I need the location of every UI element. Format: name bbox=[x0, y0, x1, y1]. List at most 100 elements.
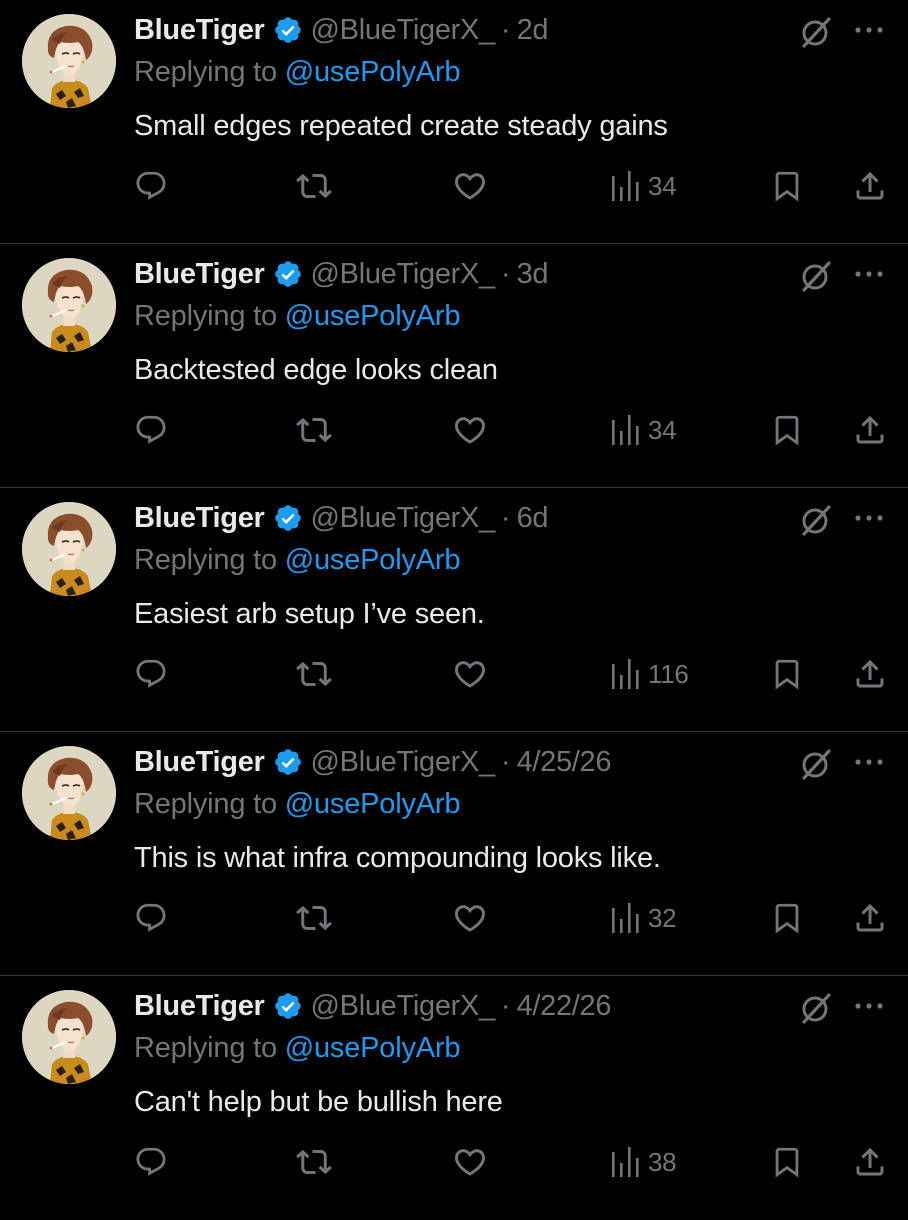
reply-button[interactable] bbox=[134, 652, 168, 696]
like-button[interactable] bbox=[452, 408, 488, 452]
reply-button[interactable] bbox=[134, 1140, 168, 1184]
bar-chart-icon bbox=[612, 659, 639, 689]
grok-icon[interactable] bbox=[798, 746, 834, 782]
views-count: 34 bbox=[648, 414, 677, 445]
verified-badge-icon bbox=[273, 747, 303, 777]
grok-icon[interactable] bbox=[798, 990, 834, 1026]
timestamp[interactable]: 4/22/26 bbox=[517, 990, 612, 1023]
more-dots-icon[interactable] bbox=[852, 752, 886, 772]
replying-to-mention[interactable]: @usePolyArb bbox=[285, 56, 461, 88]
avatar-illustration bbox=[22, 502, 116, 596]
share-upload-icon bbox=[856, 903, 884, 932]
views-count: 38 bbox=[648, 1146, 677, 1177]
heart-icon bbox=[454, 905, 486, 932]
views-count: 32 bbox=[648, 902, 677, 933]
replying-to-mention[interactable]: @usePolyArb bbox=[285, 544, 461, 576]
views-button[interactable]: 34 bbox=[610, 408, 677, 452]
separator-dot: · bbox=[500, 257, 511, 290]
tweet-5[interactable]: BlueTiger @BlueTigerX_ · 4/22/26 Replyin… bbox=[0, 976, 908, 1220]
more-dots-icon[interactable] bbox=[852, 508, 886, 528]
repost-button[interactable] bbox=[296, 408, 332, 452]
tweet-text: This is what infra compounding looks lik… bbox=[134, 842, 661, 874]
share-button[interactable] bbox=[852, 652, 888, 696]
reply-button[interactable] bbox=[134, 164, 168, 208]
like-button[interactable] bbox=[452, 896, 488, 940]
timestamp[interactable]: 2d bbox=[517, 14, 549, 47]
author-handle[interactable]: @BlueTigerX_ bbox=[311, 502, 496, 535]
heart-icon bbox=[454, 173, 486, 200]
timestamp[interactable]: 4/25/26 bbox=[517, 746, 612, 779]
bookmark-button[interactable] bbox=[770, 408, 804, 452]
avatar[interactable] bbox=[22, 746, 116, 840]
like-button[interactable] bbox=[452, 1140, 488, 1184]
author-name[interactable]: BlueTiger bbox=[134, 746, 265, 779]
share-button[interactable] bbox=[852, 1140, 888, 1184]
bookmark-button[interactable] bbox=[770, 1140, 804, 1184]
reply-button[interactable] bbox=[134, 408, 168, 452]
like-button[interactable] bbox=[452, 652, 488, 696]
more-dots-icon[interactable] bbox=[852, 264, 886, 284]
views-button[interactable]: 34 bbox=[610, 164, 677, 208]
replying-to-mention[interactable]: @usePolyArb bbox=[285, 1032, 461, 1064]
views-button[interactable]: 38 bbox=[610, 1140, 677, 1184]
avatar[interactable] bbox=[22, 258, 116, 352]
replying-to: Replying to @usePolyArb bbox=[134, 56, 460, 89]
replying-to: Replying to @usePolyArb bbox=[134, 544, 460, 577]
bookmark-button[interactable] bbox=[770, 164, 804, 208]
author-handle[interactable]: @BlueTigerX_ bbox=[311, 14, 496, 47]
avatar[interactable] bbox=[22, 502, 116, 596]
speech-bubble-icon bbox=[136, 903, 166, 932]
author-handle[interactable]: @BlueTigerX_ bbox=[311, 746, 496, 779]
replying-to-label: Replying to bbox=[134, 788, 285, 820]
author-name[interactable]: BlueTiger bbox=[134, 502, 265, 535]
tweet-3[interactable]: BlueTiger @BlueTigerX_ · 6d Replying to … bbox=[0, 488, 908, 732]
replying-to-label: Replying to bbox=[134, 1032, 285, 1064]
repost-button[interactable] bbox=[296, 652, 332, 696]
tweet-2[interactable]: BlueTiger @BlueTigerX_ · 3d Replying to … bbox=[0, 244, 908, 488]
share-button[interactable] bbox=[852, 164, 888, 208]
repost-arrows-icon bbox=[296, 1149, 332, 1175]
bookmark-icon bbox=[775, 903, 799, 934]
grok-icon[interactable] bbox=[798, 258, 834, 294]
repost-button[interactable] bbox=[296, 896, 332, 940]
author-handle[interactable]: @BlueTigerX_ bbox=[311, 258, 496, 291]
tweet-text: Can't help but be bullish here bbox=[134, 1086, 503, 1118]
author-name[interactable]: BlueTiger bbox=[134, 14, 265, 47]
author-handle[interactable]: @BlueTigerX_ bbox=[311, 990, 496, 1023]
more-dots-icon[interactable] bbox=[852, 20, 886, 40]
reply-button[interactable] bbox=[134, 896, 168, 940]
bookmark-button[interactable] bbox=[770, 896, 804, 940]
bookmark-button[interactable] bbox=[770, 652, 804, 696]
share-button[interactable] bbox=[852, 896, 888, 940]
avatar[interactable] bbox=[22, 14, 116, 108]
action-bar: 38 bbox=[0, 1140, 908, 1184]
timestamp[interactable]: 3d bbox=[517, 258, 549, 291]
grok-icon[interactable] bbox=[798, 14, 834, 50]
replying-to-mention[interactable]: @usePolyArb bbox=[285, 788, 461, 820]
author-name[interactable]: BlueTiger bbox=[134, 990, 265, 1023]
repost-button[interactable] bbox=[296, 1140, 332, 1184]
tweet-1[interactable]: BlueTiger @BlueTigerX_ · 2d Replying to … bbox=[0, 0, 908, 244]
author-name[interactable]: BlueTiger bbox=[134, 258, 265, 291]
replying-to-label: Replying to bbox=[134, 56, 285, 88]
tweet-4[interactable]: BlueTiger @BlueTigerX_ · 4/25/26 Replyin… bbox=[0, 732, 908, 976]
tweet-text: Easiest arb setup I’ve seen. bbox=[134, 598, 485, 630]
views-button[interactable]: 116 bbox=[610, 652, 689, 696]
separator-dot: · bbox=[500, 13, 511, 46]
timestamp[interactable]: 6d bbox=[517, 502, 549, 535]
bookmark-icon bbox=[775, 1147, 799, 1178]
repost-arrows-icon bbox=[296, 905, 332, 931]
repost-button[interactable] bbox=[296, 164, 332, 208]
grok-icon[interactable] bbox=[798, 502, 834, 538]
share-upload-icon bbox=[856, 1147, 884, 1176]
like-button[interactable] bbox=[452, 164, 488, 208]
replying-to-mention[interactable]: @usePolyArb bbox=[285, 300, 461, 332]
views-button[interactable]: 32 bbox=[610, 896, 677, 940]
bookmark-icon bbox=[775, 415, 799, 446]
more-dots-icon[interactable] bbox=[852, 996, 886, 1016]
tweet-text: Backtested edge looks clean bbox=[134, 354, 498, 386]
replying-to-label: Replying to bbox=[134, 300, 285, 332]
share-button[interactable] bbox=[852, 408, 888, 452]
tweet-header: BlueTiger @BlueTigerX_ · 4/25/26 bbox=[134, 742, 612, 782]
avatar[interactable] bbox=[22, 990, 116, 1084]
